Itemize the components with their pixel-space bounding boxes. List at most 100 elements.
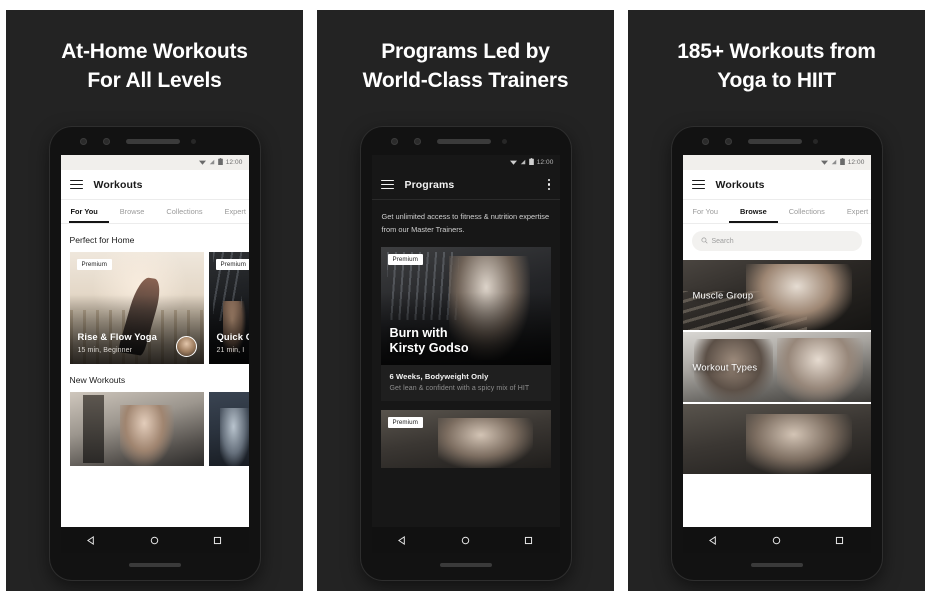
earpiece-speaker <box>436 139 491 144</box>
phone-3-screen: 12:00 Workouts For You Browse Collection… <box>682 155 871 527</box>
tab-browse[interactable]: Browse <box>109 200 156 223</box>
front-camera-icon <box>701 138 709 145</box>
status-bar-time-1: 12:00 <box>225 159 243 166</box>
phone-3-chin-bar <box>750 563 803 567</box>
card-subtitle: 15 min, Beginner <box>77 347 133 354</box>
square-recents-icon[interactable] <box>213 536 222 545</box>
circle-home-icon[interactable] <box>150 536 159 545</box>
square-recents-icon[interactable] <box>835 536 844 545</box>
panel-1-headline: At-Home Workouts For All Levels <box>6 38 303 96</box>
card-title: Rise & Flow Yoga <box>77 331 157 342</box>
cellular-signal-icon <box>209 159 215 167</box>
app-bar-3: Workouts <box>682 170 871 200</box>
wifi-icon <box>820 159 828 167</box>
panel-2-headline-line2: World-Class Trainers <box>362 68 569 92</box>
front-camera-icon <box>390 138 398 145</box>
promo-panel-2: Programs Led by World-Class Trainers 12:… <box>317 10 614 591</box>
trainer-avatar <box>175 336 197 357</box>
premium-badge: Premium <box>387 253 423 266</box>
card-subtitle: 21 min, I <box>216 347 245 354</box>
program-card-body: 6 Weeks, Bodyweight Only Get lean & conf… <box>381 365 551 401</box>
cellular-signal-icon <box>520 159 526 167</box>
panel-2-headline: Programs Led by World-Class Trainers <box>317 38 614 96</box>
hamburger-icon[interactable] <box>380 179 394 190</box>
light-sensor-icon <box>812 139 818 144</box>
program-card[interactable]: Premium Burn with Kirsty Godso 6 Weeks, … <box>380 246 551 401</box>
circle-home-icon[interactable] <box>461 536 470 545</box>
light-sensor-icon <box>501 139 507 144</box>
workout-card[interactable]: Premium Quick C 21 min, I <box>208 252 249 364</box>
card-image <box>208 392 249 466</box>
section-title-new-workouts: New Workouts <box>69 375 126 385</box>
premium-badge: Premium <box>215 259 249 271</box>
android-nav-bar-2 <box>371 527 560 553</box>
sensor-icon <box>724 138 732 145</box>
panel-3-headline-line2: Yoga to HIIT <box>717 68 836 92</box>
square-recents-icon[interactable] <box>524 536 533 545</box>
earpiece-speaker <box>747 139 802 144</box>
browse-tile[interactable] <box>682 404 871 476</box>
phone-mockup-1: 12:00 Workouts For You Browse Collection… <box>49 127 260 580</box>
front-camera-icon <box>79 138 87 145</box>
triangle-back-icon[interactable] <box>709 535 718 545</box>
tab-for-you[interactable]: For You <box>68 200 109 223</box>
browse-tile[interactable]: Muscle Group <box>682 260 871 332</box>
phone-2-screen: 12:00 Programs Get unlimited access to f… <box>371 155 560 527</box>
wifi-icon <box>198 159 206 167</box>
program-card-image: Premium Burn with Kirsty Godso <box>380 246 551 365</box>
search-area: Search <box>682 224 871 260</box>
tab-browse[interactable]: Browse <box>728 200 778 223</box>
light-sensor-icon <box>190 139 196 144</box>
kebab-icon[interactable] <box>547 178 551 191</box>
tab-collections[interactable]: Collections <box>155 200 213 223</box>
hamburger-icon[interactable] <box>691 179 705 190</box>
triangle-back-icon[interactable] <box>398 535 407 545</box>
screenshot-stage: At-Home Workouts For All Levels 12:00 Wo… <box>0 0 925 601</box>
phone-1-top-bezel <box>50 127 260 155</box>
phone-2-top-bezel <box>361 127 571 155</box>
workout-card[interactable] <box>69 392 204 466</box>
search-icon <box>700 236 708 246</box>
app-bar-title-1: Workouts <box>93 178 143 191</box>
android-nav-bar-1 <box>60 527 249 553</box>
android-nav-bar-3 <box>682 527 871 553</box>
panel-1-headline-line2: For All Levels <box>87 68 222 92</box>
browse-tile[interactable]: Workout Types <box>682 332 871 404</box>
program-card-title: Burn with Kirsty Godso <box>390 326 469 357</box>
panel-1-headline-line1: At-Home Workouts <box>61 40 248 63</box>
status-bar-3: 12:00 <box>682 155 871 170</box>
phone-3-top-bezel <box>672 127 882 155</box>
search-input[interactable]: Search <box>691 231 862 251</box>
tab-expert[interactable]: Expert <box>214 200 249 223</box>
phone-mockup-3: 12:00 Workouts For You Browse Collection… <box>671 127 882 580</box>
cellular-signal-icon <box>831 159 837 167</box>
workout-card[interactable]: Premium Rise & Flow Yoga 15 min, Beginne… <box>69 252 204 364</box>
battery-icon <box>839 158 845 167</box>
tab-collections[interactable]: Collections <box>778 200 836 223</box>
triangle-back-icon[interactable] <box>87 535 96 545</box>
program-card-meta: 6 Weeks, Bodyweight Only <box>389 371 489 381</box>
card-image <box>69 392 204 466</box>
hamburger-icon[interactable] <box>69 179 83 190</box>
tab-expert[interactable]: Expert <box>836 200 871 223</box>
status-bar-2: 12:00 <box>371 155 560 170</box>
circle-home-icon[interactable] <box>772 536 781 545</box>
card-row-new-workouts <box>61 392 249 466</box>
phone-1-screen: 12:00 Workouts For You Browse Collection… <box>60 155 249 527</box>
earpiece-speaker <box>125 139 180 144</box>
tile-image <box>682 404 871 474</box>
premium-badge: Premium <box>387 416 423 429</box>
tab-bar-3: For You Browse Collections Expert <box>682 200 871 224</box>
premium-badge: Premium <box>76 259 112 271</box>
app-bar-title-2: Programs <box>404 178 455 191</box>
program-card-secondary[interactable]: Premium <box>380 409 551 468</box>
promo-panel-3: 185+ Workouts from Yoga to HIIT 12:00 Wo… <box>628 10 925 591</box>
tab-for-you[interactable]: For You <box>691 200 729 223</box>
panel-3-headline-line1: 185+ Workouts from <box>677 40 876 63</box>
workout-card[interactable] <box>208 392 249 466</box>
tile-label: Muscle Group <box>692 289 754 301</box>
phone-1-content: Perfect for Home Premium Rise & Flow Yog… <box>60 224 249 466</box>
panel-3-headline: 185+ Workouts from Yoga to HIIT <box>628 38 925 96</box>
program-card-title-line2: Kirsty Godso <box>389 341 469 356</box>
status-bar-time-2: 12:00 <box>536 159 554 166</box>
